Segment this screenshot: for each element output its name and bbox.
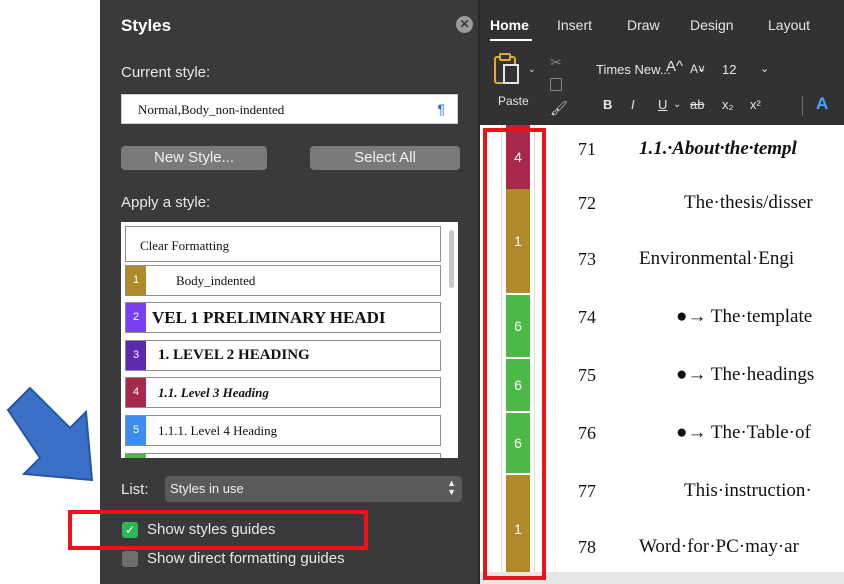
superscript-button[interactable]: x² [750,97,761,112]
document-line[interactable]: 1.1.·About·the·templ [639,138,797,160]
arrow-down-right-icon [6,386,94,482]
styles-panel-title: Styles [121,16,172,35]
document-line[interactable]: Word·for·PC·may·ar [639,536,799,558]
pilcrow-icon: ¶ [437,101,445,117]
subscript-button[interactable]: x₂ [722,97,734,112]
style-item-clear-formatting[interactable]: Clear Formatting [125,226,441,262]
highlight-box-checkbox [68,510,368,550]
ribbon: Home Insert Draw Design Layout ⌄ Paste ✂… [480,0,844,125]
select-arrows-icon: ▲ ▼ [447,478,456,497]
style-list-scrollbar[interactable] [449,230,454,288]
line-number: 75 [578,365,596,385]
document-line[interactable]: This·instruction· [684,480,812,502]
style-swatch: 4 [126,378,146,407]
paste-button-label[interactable]: Paste [498,94,529,108]
text-effects-button[interactable]: A [816,94,828,114]
line-number: 78 [578,537,596,557]
document-line[interactable]: ●→ The·template [676,306,812,328]
line-number: 71 [578,139,596,159]
scissors-icon[interactable]: ✂ [550,54,562,71]
current-style-label: Current style: [121,64,211,81]
chevron-down-icon[interactable]: ⌄ [760,62,769,75]
chevron-down-icon[interactable]: ⌄ [673,99,681,110]
document-line[interactable]: ●→ The·headings [676,364,814,386]
close-icon[interactable]: ✕ [456,16,473,33]
show-direct-formatting-guides-checkbox[interactable] [122,551,138,567]
line-number: 73 [578,249,596,269]
new-style-button[interactable]: New Style... [121,146,267,170]
style-item-level-4-heading[interactable]: 5 1.1.1. Level 4 Heading [125,415,441,446]
apply-style-label: Apply a style: [121,194,211,211]
style-item-label: Body_indented [176,273,256,288]
document-line[interactable]: The·thesis/disser [684,192,813,214]
tab-design[interactable]: Design [690,17,734,33]
line-number: 74 [578,307,596,327]
style-swatch: 2 [126,303,146,332]
style-item-level-3-heading[interactable]: 4 1.1. Level 3 Heading [125,377,441,408]
italic-button[interactable]: I [631,97,635,112]
tab-layout[interactable]: Layout [768,17,810,33]
ribbon-separator [802,96,803,116]
strikethrough-button[interactable]: ab [690,97,704,112]
style-swatch: 1 [126,266,146,295]
list-filter-value: Styles in use [170,481,244,496]
list-filter-label: List: [121,481,149,498]
document-line[interactable]: Environmental·Engi [639,248,794,270]
shrink-font-button[interactable]: A˅ [690,62,705,76]
line-number: 72 [578,193,596,213]
style-swatch [126,454,146,458]
style-item-level-2-heading[interactable]: 3 1. LEVEL 2 HEADING [125,340,441,371]
current-style-field[interactable]: Normal,Body_non-indented ¶ [121,94,458,124]
line-number: 76 [578,423,596,443]
underline-button[interactable]: U [658,97,667,112]
tab-draw[interactable]: Draw [627,17,660,33]
style-item-label: 1. LEVEL 2 HEADING [158,347,310,363]
select-all-button[interactable]: Select All [310,146,460,170]
grow-font-button[interactable]: A^ [666,58,683,75]
show-direct-formatting-guides-label[interactable]: Show direct formatting guides [147,550,345,567]
style-item-label: 1.1. Level 3 Heading [158,385,269,400]
format-painter-icon[interactable]: 🖌 [550,100,568,117]
tab-insert[interactable]: Insert [557,17,592,33]
style-swatch: 5 [126,416,146,445]
list-filter-select[interactable]: Styles in use ▲ ▼ [165,476,462,502]
style-item-partial[interactable] [125,453,441,458]
style-item-label: Clear Formatting [140,238,230,253]
styles-panel: Styles ✕ Current style: Normal,Body_non-… [100,0,478,584]
copy-icon[interactable] [550,78,562,91]
style-item-body-indented[interactable]: 1 Body_indented [125,265,441,296]
style-list[interactable]: Clear Formatting 1 Body_indented 2 VEL 1… [121,222,458,458]
bold-button[interactable]: B [603,97,612,112]
line-number: 77 [578,481,596,501]
tab-home[interactable]: Home [490,17,529,33]
style-item-label: VEL 1 PRELIMINARY HEADI [152,308,386,327]
style-swatch: 3 [126,341,146,370]
style-item-level-1-preliminary-heading[interactable]: 2 VEL 1 PRELIMINARY HEADI [125,302,441,333]
style-item-label: 1.1.1. Level 4 Heading [158,423,278,438]
font-name-value: Times New... [596,62,671,77]
highlight-box-style-guides [483,128,546,580]
document-line[interactable]: ●→ The·Table·of [676,422,811,444]
active-tab-indicator [490,39,532,41]
paste-dropdown-chevron-icon[interactable]: ⌄ [528,64,536,75]
font-size-value[interactable]: 12 [722,62,736,77]
current-style-value: Normal,Body_non-indented [138,102,285,117]
clipboard-icon[interactable] [494,53,520,85]
